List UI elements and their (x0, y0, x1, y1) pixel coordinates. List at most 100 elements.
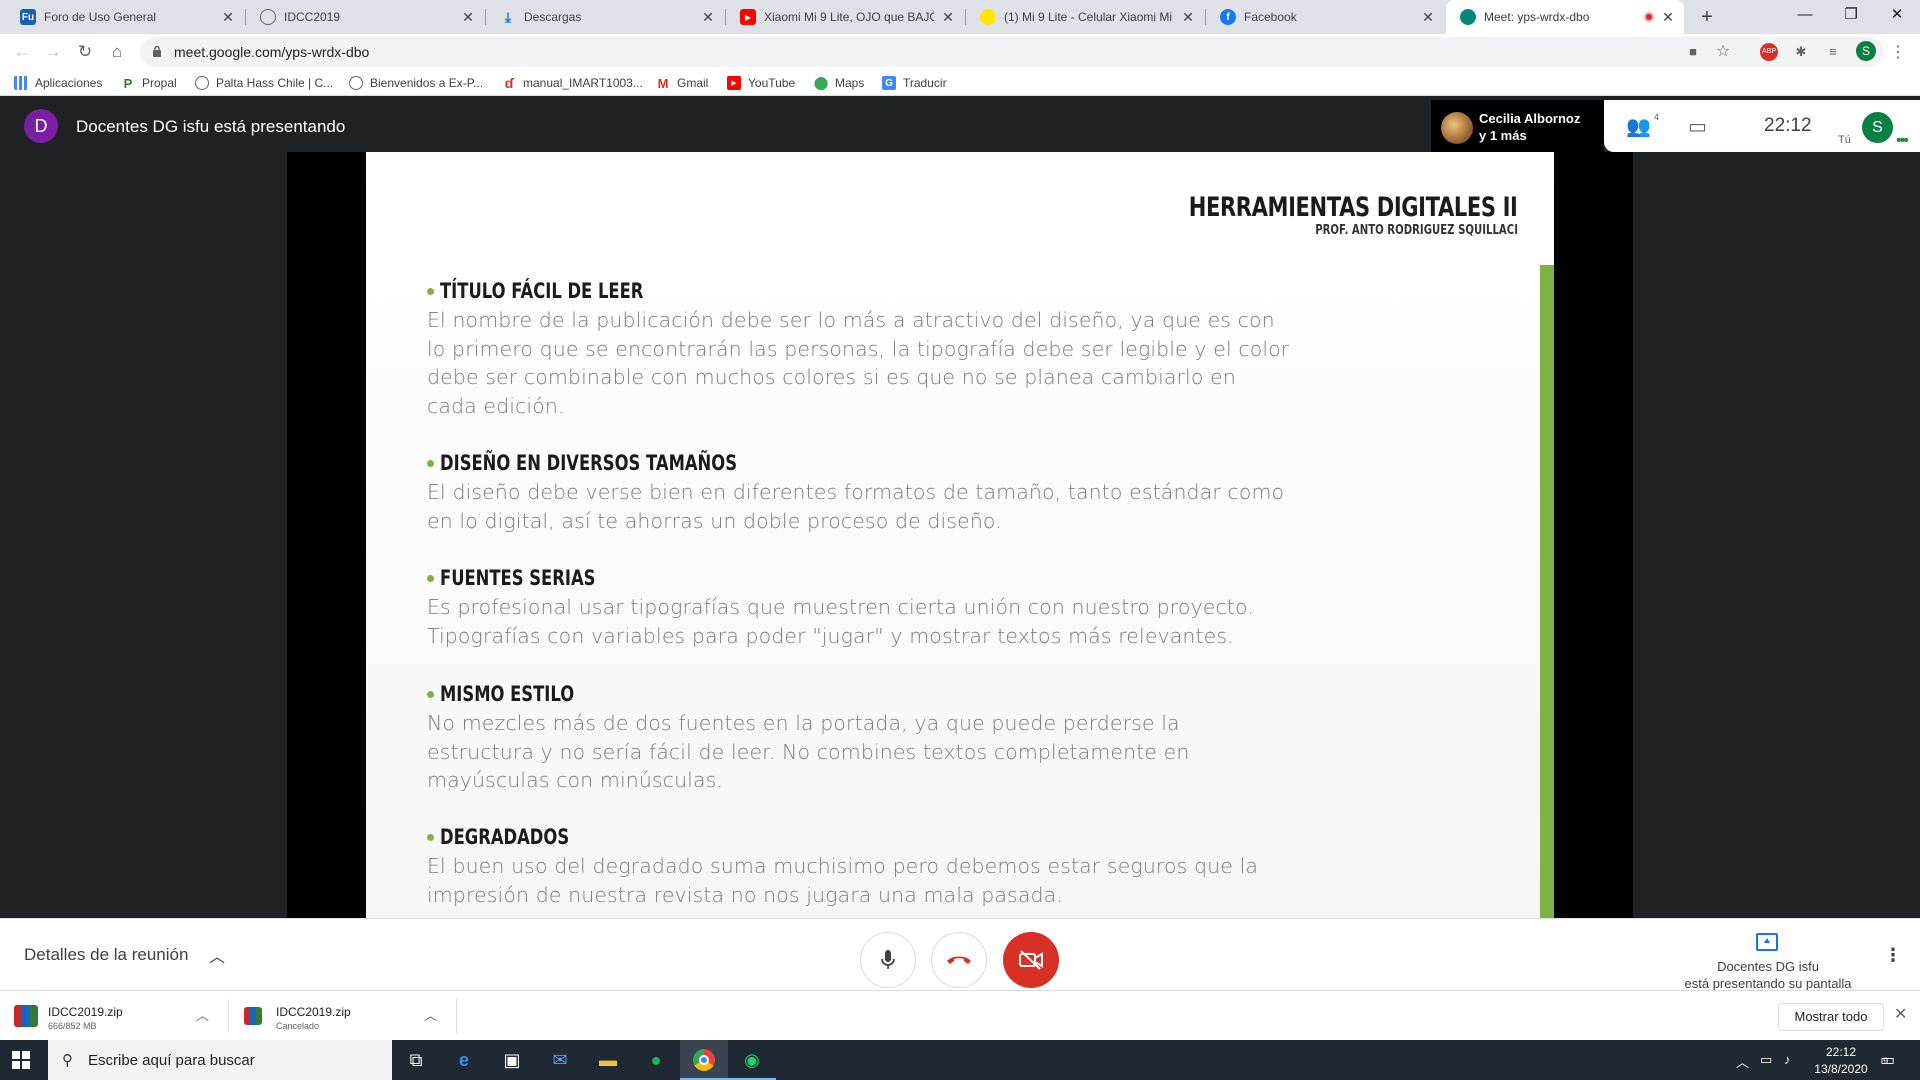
show-all-downloads-button[interactable]: Mostrar todo (1778, 1003, 1884, 1031)
windows-taskbar: ⚲ Escribe aquí para buscar ⧉ e ▣ ✉ ▬ ● ◉… (0, 1040, 1920, 1080)
participant-more: y 1 más (1479, 128, 1527, 143)
chat-icon[interactable]: ▭ (1688, 114, 1707, 139)
leave-call-button[interactable] (931, 932, 987, 988)
section-line: debe ser combinable con muchos colores s… (427, 365, 1236, 389)
mail-icon[interactable]: ✉ (536, 1040, 584, 1080)
chevron-up-icon[interactable]: ︿ (196, 1005, 209, 1024)
taskbar-time[interactable]: 22:12 (1816, 1045, 1866, 1059)
camera-icon[interactable]: ■ (1684, 43, 1702, 61)
network-icon[interactable]: ▭ (1760, 1052, 1772, 1068)
self-label: Tú (1838, 134, 1851, 146)
tab-youtube-video[interactable]: ▶ Xiaomi Mi 9 Lite, OJO que BAJÓ ... ✕ (726, 0, 964, 34)
show-hidden-icons-icon[interactable]: ︿ (1736, 1052, 1749, 1071)
chrome-icon[interactable] (680, 1040, 728, 1080)
section-line: El nombre de la publicación debe ser lo … (427, 308, 1275, 332)
tab-idcc2019[interactable]: IDCC2019 ✕ (246, 0, 484, 34)
search-icon: ⚲ (62, 1052, 73, 1069)
close-icon[interactable]: ✕ (940, 9, 956, 25)
meeting-details-button[interactable]: Detalles de la reunión (24, 945, 188, 965)
back-button[interactable]: ← (8, 38, 36, 66)
bookmark-traducir[interactable]: G Traducir (882, 74, 947, 92)
close-icon[interactable]: ✕ (1420, 9, 1436, 25)
bullet-icon (427, 690, 434, 698)
browser-menu-icon[interactable]: ⋮ (1890, 42, 1906, 62)
address-bar[interactable]: meet.google.com/yps-wrdx-dbo ■ ☆ (140, 37, 1884, 67)
notifications-count: 9 (1883, 1056, 1889, 1066)
bookmark-manual[interactable]: ɗ manual_IMART1003... (502, 74, 643, 92)
tab-foro[interactable]: Fu Foro de Uso General ✕ (6, 0, 244, 34)
close-icon[interactable]: ✕ (1180, 9, 1196, 25)
globe-icon (349, 76, 363, 90)
bookmark-maps[interactable]: ⬤ Maps (814, 74, 865, 92)
bookmark-ex-p[interactable]: Bienvenidos a Ex-P... (349, 74, 483, 92)
present-screen-icon[interactable] (1756, 933, 1778, 951)
file-explorer-icon[interactable]: ▬ (584, 1040, 632, 1080)
bookmark-propal[interactable]: P Propal (121, 74, 177, 92)
close-icon[interactable]: ✕ (1894, 1004, 1907, 1024)
new-tab-button[interactable]: + (1694, 4, 1720, 30)
recording-icon (1644, 12, 1654, 22)
bookmark-label: manual_IMART1003... (523, 76, 643, 90)
microphone-icon (881, 950, 895, 969)
browser-toolbar: ← → ↻ ⌂ meet.google.com/yps-wrdx-dbo ■ ☆… (0, 34, 1920, 70)
more-options-icon[interactable]: ⋮ (1884, 945, 1902, 966)
section-line: lo primero que se encontrarán las person… (427, 336, 1290, 361)
spotify-icon[interactable]: ● (632, 1040, 680, 1080)
tab-descargas[interactable]: ⤓ Descargas ✕ (486, 0, 724, 34)
star-icon[interactable]: ☆ (1714, 43, 1732, 61)
whatsapp-icon[interactable]: ◉ (728, 1040, 776, 1080)
volume-icon[interactable]: ♪ (1784, 1052, 1791, 1067)
download-item[interactable]: IDCC2019.zip 666/852 MB ︿ (0, 991, 228, 1041)
close-icon[interactable]: ✕ (220, 9, 236, 25)
chevron-up-icon[interactable]: ︿ (424, 1005, 437, 1024)
taskbar-date[interactable]: 13/8/2020 (1806, 1062, 1876, 1076)
close-window-button[interactable]: ✕ (1874, 0, 1920, 34)
people-icon[interactable]: 👥 (1626, 114, 1651, 139)
slide-section: TÍTULO FÁCIL DE LEER El nombre de la pub… (427, 276, 1327, 420)
edge-icon[interactable]: e (440, 1040, 488, 1080)
restore-button[interactable]: ❐ (1828, 0, 1874, 34)
tab-mercadolibre[interactable]: (1) Mi 9 Lite - Celular Xiaomi Mi ... ✕ (966, 0, 1204, 34)
close-icon[interactable]: ✕ (460, 9, 476, 25)
bookmark-palta-hass[interactable]: Palta Hass Chile | C... (195, 74, 333, 92)
minimize-button[interactable]: — (1782, 0, 1828, 34)
section-line: El diseño debe verse bien en diferentes … (427, 480, 1285, 504)
home-button[interactable]: ⌂ (103, 38, 131, 66)
participant-chip[interactable]: Cecilia Albornoz y 1 más (1431, 100, 1604, 152)
section-line: Es profesional usar tipografías que mues… (427, 595, 1254, 619)
shared-slide: HERRAMIENTAS DIGITALES II PROF. ANTO ROD… (366, 152, 1554, 918)
extensions-icon[interactable]: ✱ (1792, 43, 1810, 61)
download-item[interactable]: IDCC2019.zip Cancelado ︿ (228, 991, 456, 1041)
tab-meet[interactable]: Meet: yps-wrdx-dbo ✕ (1446, 0, 1684, 34)
notifications-icon[interactable]: ▭9 (1880, 1050, 1900, 1070)
bullet-icon (427, 574, 434, 582)
slide-subtitle: PROF. ANTO RODRIGUEZ SQUILLACI (1315, 223, 1518, 238)
bookmark-apps[interactable]: Aplicaciones (14, 74, 102, 92)
microphone-button[interactable] (860, 932, 916, 988)
close-icon[interactable]: ✕ (700, 9, 716, 25)
taskbar-search[interactable]: ⚲ Escribe aquí para buscar (48, 1040, 392, 1080)
screen: Fu Foro de Uso General ✕ IDCC2019 ✕ ⤓ De… (0, 0, 1920, 1080)
media-control-icon[interactable]: ≡ (1824, 43, 1842, 61)
tab-facebook[interactable]: f Facebook ✕ (1206, 0, 1444, 34)
camera-off-button[interactable] (1003, 932, 1059, 988)
task-view-icon[interactable]: ⧉ (392, 1040, 440, 1080)
adblock-icon[interactable]: ABP (1760, 43, 1778, 61)
meet-controls-bar: Detalles de la reunión ︿ Docentes DG isf… (0, 918, 1920, 991)
bookmark-gmail[interactable]: M Gmail (656, 74, 709, 92)
close-icon[interactable]: ✕ (1660, 9, 1676, 25)
bookmark-youtube[interactable]: ▶ YouTube (727, 74, 795, 92)
section-body: El buen uso del degradado suma muchisimo… (427, 852, 1327, 909)
bookmark-label: Propal (142, 76, 177, 90)
store-icon[interactable]: ▣ (488, 1040, 536, 1080)
zip-file-icon (14, 1005, 38, 1027)
reload-button[interactable]: ↻ (71, 38, 99, 66)
chevron-up-icon[interactable]: ︿ (209, 943, 225, 967)
url-text: meet.google.com/yps-wrdx-dbo (174, 44, 370, 60)
profile-avatar[interactable]: S (1856, 41, 1876, 61)
tab-strip: Fu Foro de Uso General ✕ IDCC2019 ✕ ⤓ De… (0, 0, 1920, 34)
facebook-icon: f (1220, 9, 1236, 25)
forward-button[interactable]: → (39, 38, 67, 66)
lock-icon (153, 45, 161, 57)
windows-start-icon[interactable] (12, 1051, 30, 1069)
